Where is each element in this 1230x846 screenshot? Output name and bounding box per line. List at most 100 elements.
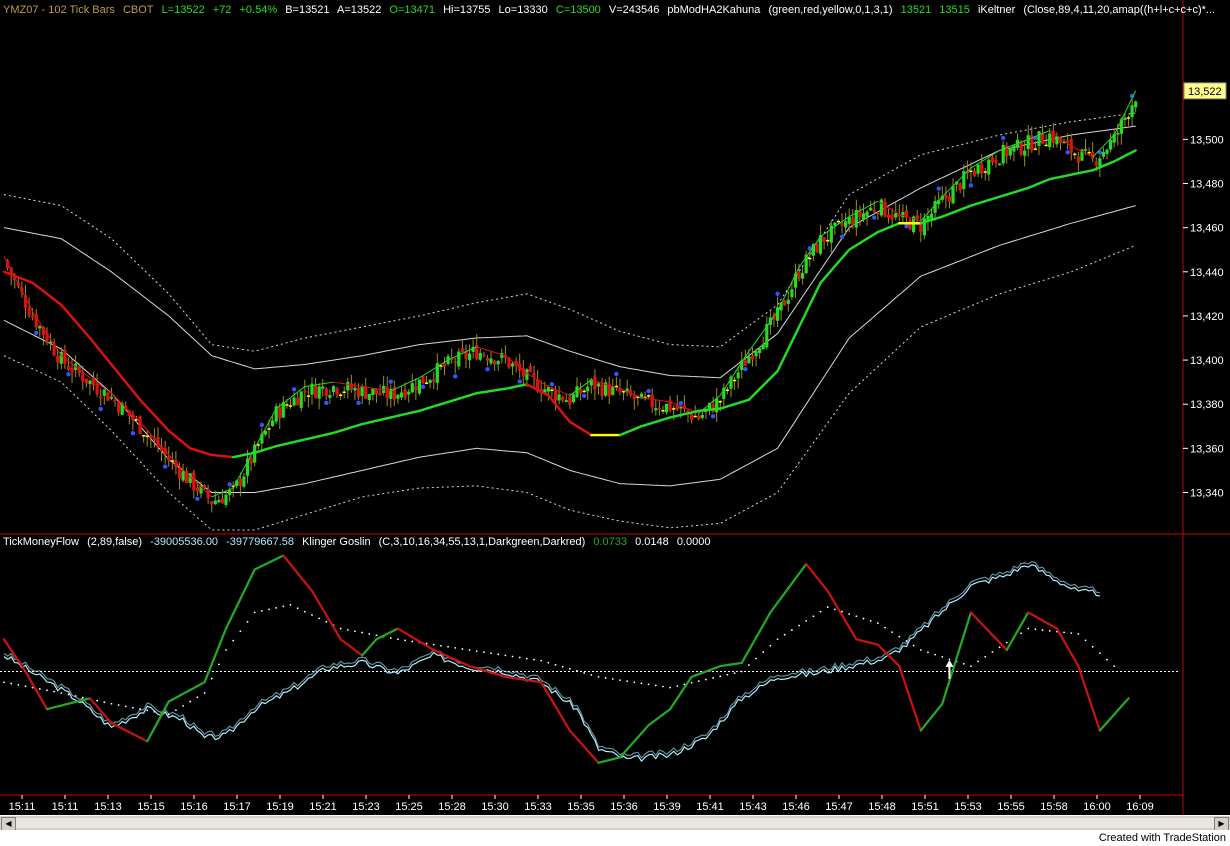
candle-body <box>557 394 561 401</box>
chart-canvas: 13,340 13,360 13,380 13,400 13,420 13,440 13,4… <box>0 0 1230 815</box>
candle-body <box>306 395 310 397</box>
candle-body <box>339 394 343 396</box>
fast-line-segment <box>68 360 73 365</box>
scroll-right-icon[interactable]: ▶ <box>1214 817 1229 831</box>
fast-line-segment <box>412 378 417 382</box>
price-header: YMZ07 - 102 Tick Bars CBOT L=13522 +72 +… <box>3 4 1220 16</box>
candle-body <box>611 386 615 395</box>
candle-body <box>947 196 951 202</box>
klinger-signal-dot <box>146 709 149 712</box>
swing-dot <box>227 482 232 487</box>
y-tick-label: 13,440 <box>1190 267 1224 279</box>
candle-body <box>654 408 658 411</box>
fast-line-segment <box>311 384 316 386</box>
fast-line-segment <box>870 202 875 206</box>
fast-line-segment <box>426 370 431 374</box>
klinger-signal-dot <box>640 682 643 685</box>
candle-body <box>822 237 826 242</box>
candle-body <box>378 392 382 395</box>
fast-line-segment <box>286 397 291 401</box>
fast-line-segment <box>322 382 327 385</box>
klinger-signal-dot <box>504 654 507 657</box>
candle-body <box>933 201 937 213</box>
candle-body <box>1048 133 1052 147</box>
fast-line-segment <box>888 207 893 211</box>
scroll-track[interactable] <box>16 818 1214 828</box>
fast-line-segment <box>401 383 406 387</box>
klinger-signal-dot <box>468 649 471 651</box>
klinger-params: (C,3,10,16,34,55,13,1,Darkgreen,Darkred) <box>378 536 586 548</box>
fast-line-segment <box>540 381 546 385</box>
fast-line-segment <box>1085 152 1090 156</box>
swing-dot <box>904 223 909 229</box>
fast-line-segment <box>483 348 488 351</box>
klinger-signal-dot <box>303 610 306 613</box>
x-tick-label: 15:51 <box>911 801 939 813</box>
candle-body <box>1126 117 1131 119</box>
candle-body <box>220 498 225 504</box>
up-arrow-head <box>945 659 954 667</box>
fast-line-segment <box>333 381 338 384</box>
fast-line-segment <box>673 402 678 406</box>
moneyflow-params: (2,89,false) <box>87 536 143 548</box>
klinger-signal-dot <box>1063 631 1065 634</box>
x-tick-label: 15:19 <box>266 801 294 813</box>
klinger-signal-dot <box>826 606 829 608</box>
klinger-segment <box>962 622 969 637</box>
candle-body <box>894 213 898 218</box>
klinger-segment <box>246 575 253 586</box>
candle-body <box>489 358 493 364</box>
fast-line-segment <box>408 380 413 384</box>
candle-body <box>783 300 787 306</box>
klinger-signal-dot <box>669 686 672 689</box>
swing-dot <box>98 406 103 412</box>
candle-body <box>1033 148 1037 150</box>
candle-body <box>786 299 790 304</box>
scroll-left-icon[interactable]: ◀ <box>1 817 16 831</box>
ma-segment <box>805 303 811 314</box>
candle-body <box>217 500 221 503</box>
klinger-signal-dot <box>927 651 929 654</box>
candle-body <box>63 349 67 364</box>
candle-body <box>1001 145 1005 164</box>
klinger-signal-dot <box>447 645 449 648</box>
fast-line-segment <box>891 209 896 213</box>
candle-body <box>403 389 407 398</box>
study1-params: (green,red,yellow,0,1,3,1) <box>768 4 893 16</box>
keltner-inner-lower <box>3 205 1136 493</box>
swing-dot <box>517 379 522 384</box>
fast-line-segment <box>641 397 646 399</box>
klinger-signal-dot <box>296 607 299 610</box>
klinger-segment <box>1080 675 1087 689</box>
footer: Created with TradeStation <box>0 830 1230 846</box>
fast-line-segment <box>755 336 761 342</box>
klinger-signal-dot <box>239 630 242 633</box>
candle-body <box>661 410 665 412</box>
candle-body <box>650 394 654 408</box>
candle-body <box>421 376 425 384</box>
horizontal-scrollbar[interactable]: ◀ ▶ <box>0 815 1230 831</box>
klinger-value-3: 0.0000 <box>676 536 711 548</box>
candle-body <box>142 435 146 437</box>
x-tick-label: 15:58 <box>1040 801 1068 813</box>
klinger-value-2: 0.0148 <box>635 536 669 548</box>
fast-line-segment <box>365 386 370 389</box>
x-tick-label: 15:25 <box>395 801 423 813</box>
ma-segment <box>794 325 801 336</box>
ma-segment <box>1130 149 1137 154</box>
candle-body <box>690 413 694 420</box>
candle-body <box>693 415 697 418</box>
x-tick-label: 15:39 <box>653 801 681 813</box>
klinger-signal-dot <box>726 673 729 676</box>
candle-body <box>288 405 293 407</box>
fast-line-segment <box>648 398 653 400</box>
fast-line-segment <box>344 383 348 385</box>
fast-line-segment <box>1020 140 1025 143</box>
klinger-signal-dot <box>339 627 342 630</box>
fast-line-segment <box>787 281 793 290</box>
klinger-signal-dot <box>905 640 908 642</box>
indicator-pane <box>0 554 1180 764</box>
klinger-signal-dot <box>619 679 621 681</box>
candle-body <box>879 199 883 216</box>
swing-dot <box>872 215 877 220</box>
